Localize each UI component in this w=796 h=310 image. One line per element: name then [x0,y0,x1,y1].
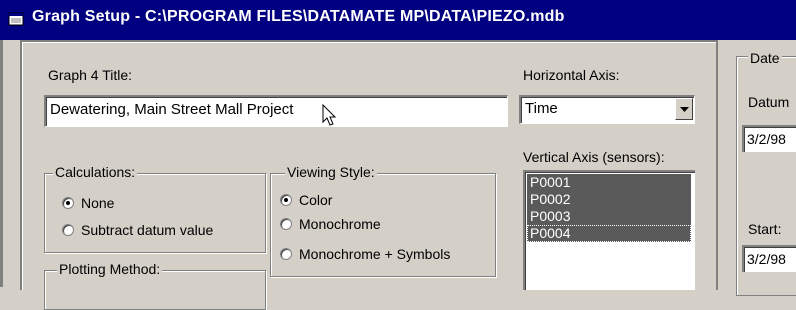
mouse-cursor-icon [322,104,337,126]
plotting-method-group: Plotting Method: [44,261,266,310]
window-icon[interactable] [8,11,24,27]
radio-label: Color [299,192,333,208]
datum-date-input[interactable]: 3/2/98 [742,125,796,152]
radio-label: Monochrome + Symbols [299,246,451,262]
list-item[interactable]: P0004 [527,225,691,242]
viewing-style-color-radio[interactable]: Color [280,192,332,208]
dropdown-button[interactable] [675,98,693,120]
radio-unchecked-icon [62,224,74,236]
list-item[interactable]: P0003 [527,208,691,225]
chevron-down-icon [680,107,689,112]
radio-label: Subtract datum value [81,222,214,238]
date-panel-label: Date [748,50,782,66]
datum-date-value: 3/2/98 [747,131,786,147]
list-item[interactable]: P0002 [527,191,691,208]
radio-label: None [81,195,115,211]
calculations-subtract-datum-radio[interactable]: Subtract datum value [62,222,213,238]
radio-checked-icon [62,197,74,209]
start-date-value: 3/2/98 [747,251,786,267]
vertical-axis-label: Vertical Axis (sensors): [523,149,665,165]
list-item[interactable]: P0001 [527,174,691,191]
horizontal-axis-value: Time [525,100,558,117]
start-date-input[interactable]: 3/2/98 [742,245,796,272]
graph-title-label: Graph 4 Title: [48,67,133,83]
window-left-border [0,40,3,287]
sensor-listbox[interactable]: P0001 P0002 P0003 P0004 [523,170,695,290]
datum-label: Datum [748,94,790,110]
radio-checked-icon [280,194,292,206]
title-bar[interactable]: Graph Setup - C:\PROGRAM FILES\DATAMATE … [0,0,796,40]
graph-title-value: Dewatering, Main Street Mall Project [50,101,294,118]
calculations-group: Calculations: [44,164,266,253]
radio-unchecked-icon [280,218,292,230]
viewing-style-mono-symbols-radio[interactable]: Monochrome + Symbols [280,246,450,262]
calculations-label: Calculations: [53,164,138,180]
graph-title-input[interactable]: Dewatering, Main Street Mall Project [44,95,508,127]
radio-unchecked-icon [280,248,292,260]
radio-label: Monochrome [299,216,381,232]
plotting-method-label: Plotting Method: [57,261,163,277]
viewing-style-label: Viewing Style: [285,164,377,180]
calculations-none-radio[interactable]: None [62,195,114,211]
window-title: Graph Setup - C:\PROGRAM FILES\DATAMATE … [32,8,565,25]
viewing-style-monochrome-radio[interactable]: Monochrome [280,216,381,232]
horizontal-axis-select[interactable]: Time [519,95,695,124]
start-label: Start: [748,221,782,237]
horizontal-axis-label: Horizontal Axis: [523,67,620,83]
